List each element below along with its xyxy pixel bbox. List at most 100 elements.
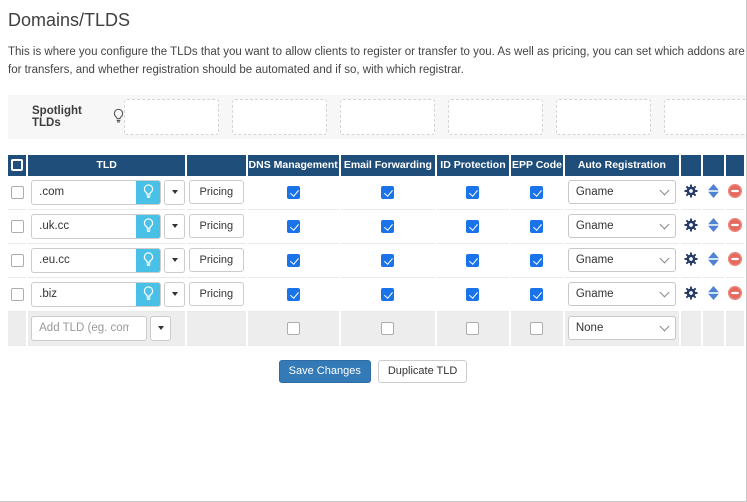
sort-icon: [707, 252, 720, 266]
settings-button[interactable]: [684, 184, 698, 198]
pricing-button[interactable]: Pricing: [189, 180, 245, 204]
dns-management-checkbox[interactable]: [287, 254, 300, 267]
spotlight-slots: [124, 99, 747, 135]
remove-tld-button[interactable]: [728, 252, 742, 266]
sort-handle[interactable]: [707, 286, 720, 300]
tld-dropdown-toggle[interactable]: [164, 248, 185, 273]
tld-input[interactable]: [32, 249, 136, 272]
tld-input[interactable]: [32, 283, 136, 306]
column-header-pricing: [187, 155, 245, 176]
auto-registration-select[interactable]: None: [568, 316, 676, 340]
email-forwarding-checkbox[interactable]: [381, 288, 394, 301]
email-forwarding-checkbox[interactable]: [381, 220, 394, 233]
sort-icon: [707, 218, 720, 232]
spotlight-toggle-button[interactable]: [136, 249, 160, 272]
chevron-down-icon: [659, 253, 669, 263]
column-header-auto-registration: Auto Registration: [565, 155, 679, 176]
auto-registration-select[interactable]: Gname: [568, 180, 676, 204]
remove-tld-button[interactable]: [728, 184, 742, 198]
add-tld-input[interactable]: [32, 317, 136, 340]
sort-handle[interactable]: [707, 252, 720, 266]
gear-icon: [684, 218, 698, 232]
table-row: Pricing Gname: [8, 210, 744, 244]
caret-down-icon: [172, 292, 178, 296]
epp-code-checkbox[interactable]: [530, 322, 543, 335]
chevron-down-icon: [659, 185, 669, 195]
spotlight-toggle-button[interactable]: [136, 215, 160, 238]
spotlight-toggle-button[interactable]: [136, 283, 160, 306]
epp-code-checkbox[interactable]: [530, 254, 543, 267]
chevron-down-icon: [659, 219, 669, 229]
action-buttons: Save Changes Duplicate TLD: [0, 360, 746, 383]
tld-dropdown-toggle[interactable]: [164, 282, 185, 307]
page-title: Domains/TLDS: [0, 0, 746, 31]
spotlight-slot[interactable]: [556, 99, 651, 135]
tld-table: TLD DNS Management Email Forwarding ID P…: [6, 155, 746, 346]
id-protection-checkbox[interactable]: [466, 220, 479, 233]
remove-tld-button[interactable]: [728, 286, 742, 300]
lightbulb-icon: [143, 252, 154, 269]
gear-icon: [684, 184, 698, 198]
page-description: This is where you configure the TLDs tha…: [8, 44, 746, 80]
spotlight-toggle-button[interactable]: [136, 181, 160, 204]
select-all-checkbox[interactable]: [11, 159, 23, 171]
row-select-checkbox[interactable]: [11, 254, 24, 267]
id-protection-checkbox[interactable]: [466, 254, 479, 267]
tld-dropdown-toggle[interactable]: [150, 316, 171, 341]
dns-management-checkbox[interactable]: [287, 322, 300, 335]
pricing-button[interactable]: Pricing: [189, 282, 245, 306]
id-protection-checkbox[interactable]: [466, 322, 479, 335]
sort-handle[interactable]: [707, 218, 720, 232]
email-forwarding-checkbox[interactable]: [381, 254, 394, 267]
spotlight-slot[interactable]: [232, 99, 327, 135]
dns-management-checkbox[interactable]: [287, 186, 300, 199]
row-select-checkbox[interactable]: [11, 220, 24, 233]
lightbulb-icon: [143, 218, 154, 235]
table-row: Pricing Gname: [8, 278, 744, 312]
description-line-1: This is where you configure the TLDs tha…: [8, 44, 746, 62]
id-protection-checkbox[interactable]: [466, 186, 479, 199]
epp-code-checkbox[interactable]: [530, 288, 543, 301]
auto-registration-select[interactable]: Gname: [568, 214, 676, 238]
remove-icon: [728, 184, 742, 198]
tld-dropdown-toggle[interactable]: [164, 214, 185, 239]
remove-icon: [728, 218, 742, 232]
email-forwarding-checkbox[interactable]: [381, 186, 394, 199]
spotlight-slot[interactable]: [124, 99, 219, 135]
dns-management-checkbox[interactable]: [287, 220, 300, 233]
auto-registration-select[interactable]: Gname: [568, 282, 676, 306]
caret-down-icon: [172, 224, 178, 228]
tld-dropdown-toggle[interactable]: [164, 180, 185, 205]
email-forwarding-checkbox[interactable]: [381, 322, 394, 335]
duplicate-tld-button[interactable]: Duplicate TLD: [378, 360, 468, 383]
epp-code-checkbox[interactable]: [530, 186, 543, 199]
remove-tld-button[interactable]: [728, 218, 742, 232]
column-header-select: [8, 155, 26, 176]
tld-input[interactable]: [32, 215, 136, 238]
sort-handle[interactable]: [707, 184, 720, 198]
epp-code-checkbox[interactable]: [530, 220, 543, 233]
row-select-checkbox[interactable]: [11, 186, 24, 199]
spotlight-slot[interactable]: [448, 99, 543, 135]
spotlight-slot[interactable]: [340, 99, 435, 135]
settings-button[interactable]: [684, 252, 698, 266]
tld-input[interactable]: [32, 181, 136, 204]
description-line-2: for transfers, and whether registration …: [8, 62, 746, 80]
save-changes-button[interactable]: Save Changes: [279, 360, 371, 383]
auto-registration-select[interactable]: Gname: [568, 248, 676, 272]
table-row: Pricing Gname: [8, 176, 744, 210]
column-header-tld: TLD: [28, 155, 185, 176]
remove-icon: [728, 286, 742, 300]
row-select-checkbox[interactable]: [11, 288, 24, 301]
pricing-button[interactable]: Pricing: [189, 214, 245, 238]
remove-icon: [728, 252, 742, 266]
dns-management-checkbox[interactable]: [287, 288, 300, 301]
gear-icon: [684, 252, 698, 266]
lightbulb-icon: [143, 286, 154, 303]
settings-button[interactable]: [684, 218, 698, 232]
pricing-button[interactable]: Pricing: [189, 248, 245, 272]
id-protection-checkbox[interactable]: [466, 288, 479, 301]
spotlight-slot[interactable]: [664, 99, 747, 135]
settings-button[interactable]: [684, 286, 698, 300]
spotlight-label: Spotlight TLDs: [32, 105, 124, 129]
